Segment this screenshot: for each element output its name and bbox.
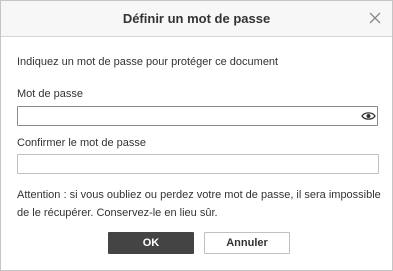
- close-button[interactable]: [368, 11, 382, 25]
- password-dialog: Définir un mot de passe Indiquez un mot …: [0, 0, 393, 271]
- password-label: Mot de passe: [17, 88, 84, 100]
- confirm-password-input[interactable]: [17, 154, 379, 174]
- confirm-password-label: Confirmer le mot de passe: [17, 137, 146, 149]
- ok-button[interactable]: OK: [108, 232, 194, 254]
- dialog-titlebar: Définir un mot de passe: [1, 1, 392, 37]
- password-input[interactable]: [17, 106, 378, 126]
- dialog-instructions: Indiquez un mot de passe pour protéger c…: [17, 56, 279, 68]
- show-password-button[interactable]: [361, 109, 376, 123]
- dialog-title: Définir un mot de passe: [122, 11, 271, 26]
- close-icon: [369, 12, 381, 24]
- cancel-button[interactable]: Annuler: [204, 232, 290, 254]
- eye-icon: [361, 112, 376, 120]
- warning-text: Attention : si vous oubliez ou perdez vo…: [17, 189, 381, 219]
